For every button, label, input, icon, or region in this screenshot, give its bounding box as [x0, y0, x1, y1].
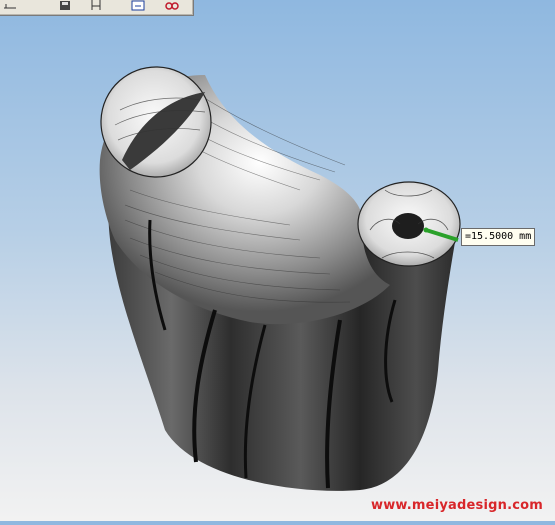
ruler-icon[interactable] [2, 0, 18, 12]
measurement-value: =15.5000 mm [461, 228, 536, 246]
toolbar [0, 0, 194, 16]
save-icon[interactable] [57, 0, 73, 12]
watermark-text: www.meiyadesign.com [371, 498, 544, 513]
glasses-icon[interactable] [164, 0, 180, 12]
right-boss-hole [392, 213, 424, 239]
model-render [99, 66, 461, 491]
view-icon[interactable] [130, 0, 146, 12]
measure-icon[interactable] [88, 0, 104, 12]
3d-viewport[interactable] [0, 0, 555, 521]
